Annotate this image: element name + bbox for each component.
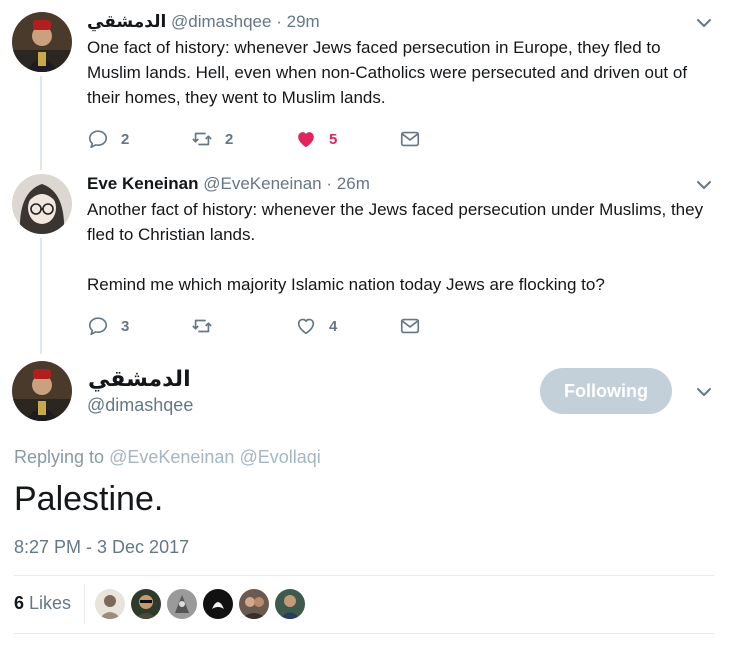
avatar[interactable] <box>12 361 72 421</box>
reply-count: 2 <box>121 130 130 148</box>
reply-count: 3 <box>121 317 130 335</box>
liker-avatar[interactable] <box>95 589 125 619</box>
divider <box>14 575 714 576</box>
display-name[interactable]: الدمشقي <box>87 12 166 31</box>
like-button[interactable]: 5 <box>295 128 399 150</box>
display-name[interactable]: Eve Keneinan <box>87 174 199 193</box>
thread-line <box>40 76 42 170</box>
heart-icon <box>298 132 314 148</box>
liker-avatar[interactable] <box>167 589 197 619</box>
liker-avatar[interactable] <box>275 589 305 619</box>
retweet-button[interactable] <box>191 315 295 337</box>
liker-avatar[interactable] <box>203 589 233 619</box>
divider <box>14 633 714 634</box>
user-handle[interactable]: @dimashqee <box>171 12 271 31</box>
direct-message-button[interactable] <box>399 315 503 337</box>
avatar[interactable] <box>12 174 72 234</box>
chevron-down-icon[interactable] <box>694 13 714 33</box>
retweet-icon <box>192 132 212 146</box>
following-button[interactable]: Following <box>540 368 672 414</box>
tweet-actions: 2 2 5 <box>87 127 503 151</box>
separator-dot: · <box>276 12 282 31</box>
tweet-header: Eve Keneinan @EveKeneinan · 26m <box>87 173 714 195</box>
chevron-down-icon[interactable] <box>694 175 714 195</box>
main-tweet-text: Palestine. <box>14 480 164 518</box>
tweet-text: Another fact of history: whenever the Je… <box>87 197 714 297</box>
envelope-icon <box>400 318 420 334</box>
tweet-text: One fact of history: whenever Jews faced… <box>87 35 714 110</box>
tweet-actions: 3 4 <box>87 314 503 338</box>
heart-icon <box>297 318 315 335</box>
tweet: Eve Keneinan @EveKeneinan · 26m Another … <box>87 173 714 297</box>
likers-avatars <box>95 589 311 619</box>
tweet-timestamp[interactable]: 8:27 PM - 3 Dec 2017 <box>14 537 189 558</box>
tweet-paragraph: Remind me which majority Islamic nation … <box>87 275 605 294</box>
avatar[interactable] <box>12 12 72 72</box>
retweet-icon <box>192 319 212 333</box>
retweet-count: 2 <box>225 130 234 148</box>
user-handle[interactable]: @dimashqee <box>87 395 193 416</box>
tweet-header: الدمشقي @dimashqee · 29m <box>87 11 714 33</box>
retweet-button[interactable]: 2 <box>191 128 295 150</box>
likes-label: Likes <box>29 593 72 613</box>
likes-summary[interactable]: 6 Likes <box>14 593 71 614</box>
user-handle[interactable]: @EveKeneinan <box>203 174 321 193</box>
tweet-paragraph: One fact of history: whenever Jews faced… <box>87 38 688 107</box>
replying-label: Replying to <box>14 447 105 467</box>
divider <box>84 584 85 624</box>
tweet: الدمشقي @dimashqee · 29m One fact of his… <box>87 11 714 110</box>
reply-icon <box>88 130 108 149</box>
separator-dot: · <box>326 174 333 193</box>
chevron-down-icon[interactable] <box>694 382 714 402</box>
mention-link[interactable]: @Evollaqi <box>239 447 320 467</box>
mention-link[interactable]: @EveKeneinan <box>109 447 234 467</box>
replying-to: Replying to @EveKeneinan @Evollaqi <box>14 447 321 468</box>
reply-button[interactable]: 3 <box>87 315 191 337</box>
likes-count: 6 <box>14 593 25 613</box>
like-count: 5 <box>329 130 338 148</box>
envelope-icon <box>400 131 420 147</box>
tweet-paragraph: Another fact of history: whenever the Je… <box>87 200 704 244</box>
like-count: 4 <box>329 317 338 335</box>
reply-button[interactable]: 2 <box>87 128 191 150</box>
tweet-time[interactable]: 29m <box>287 12 320 31</box>
thread-line <box>40 238 42 354</box>
liker-avatar[interactable] <box>239 589 269 619</box>
like-button[interactable]: 4 <box>295 315 399 337</box>
liker-avatar[interactable] <box>131 589 161 619</box>
reply-icon <box>88 317 108 336</box>
display-name[interactable]: الدمشقي <box>88 366 191 392</box>
direct-message-button[interactable] <box>399 128 503 150</box>
tweet-time[interactable]: 26m <box>337 174 370 193</box>
